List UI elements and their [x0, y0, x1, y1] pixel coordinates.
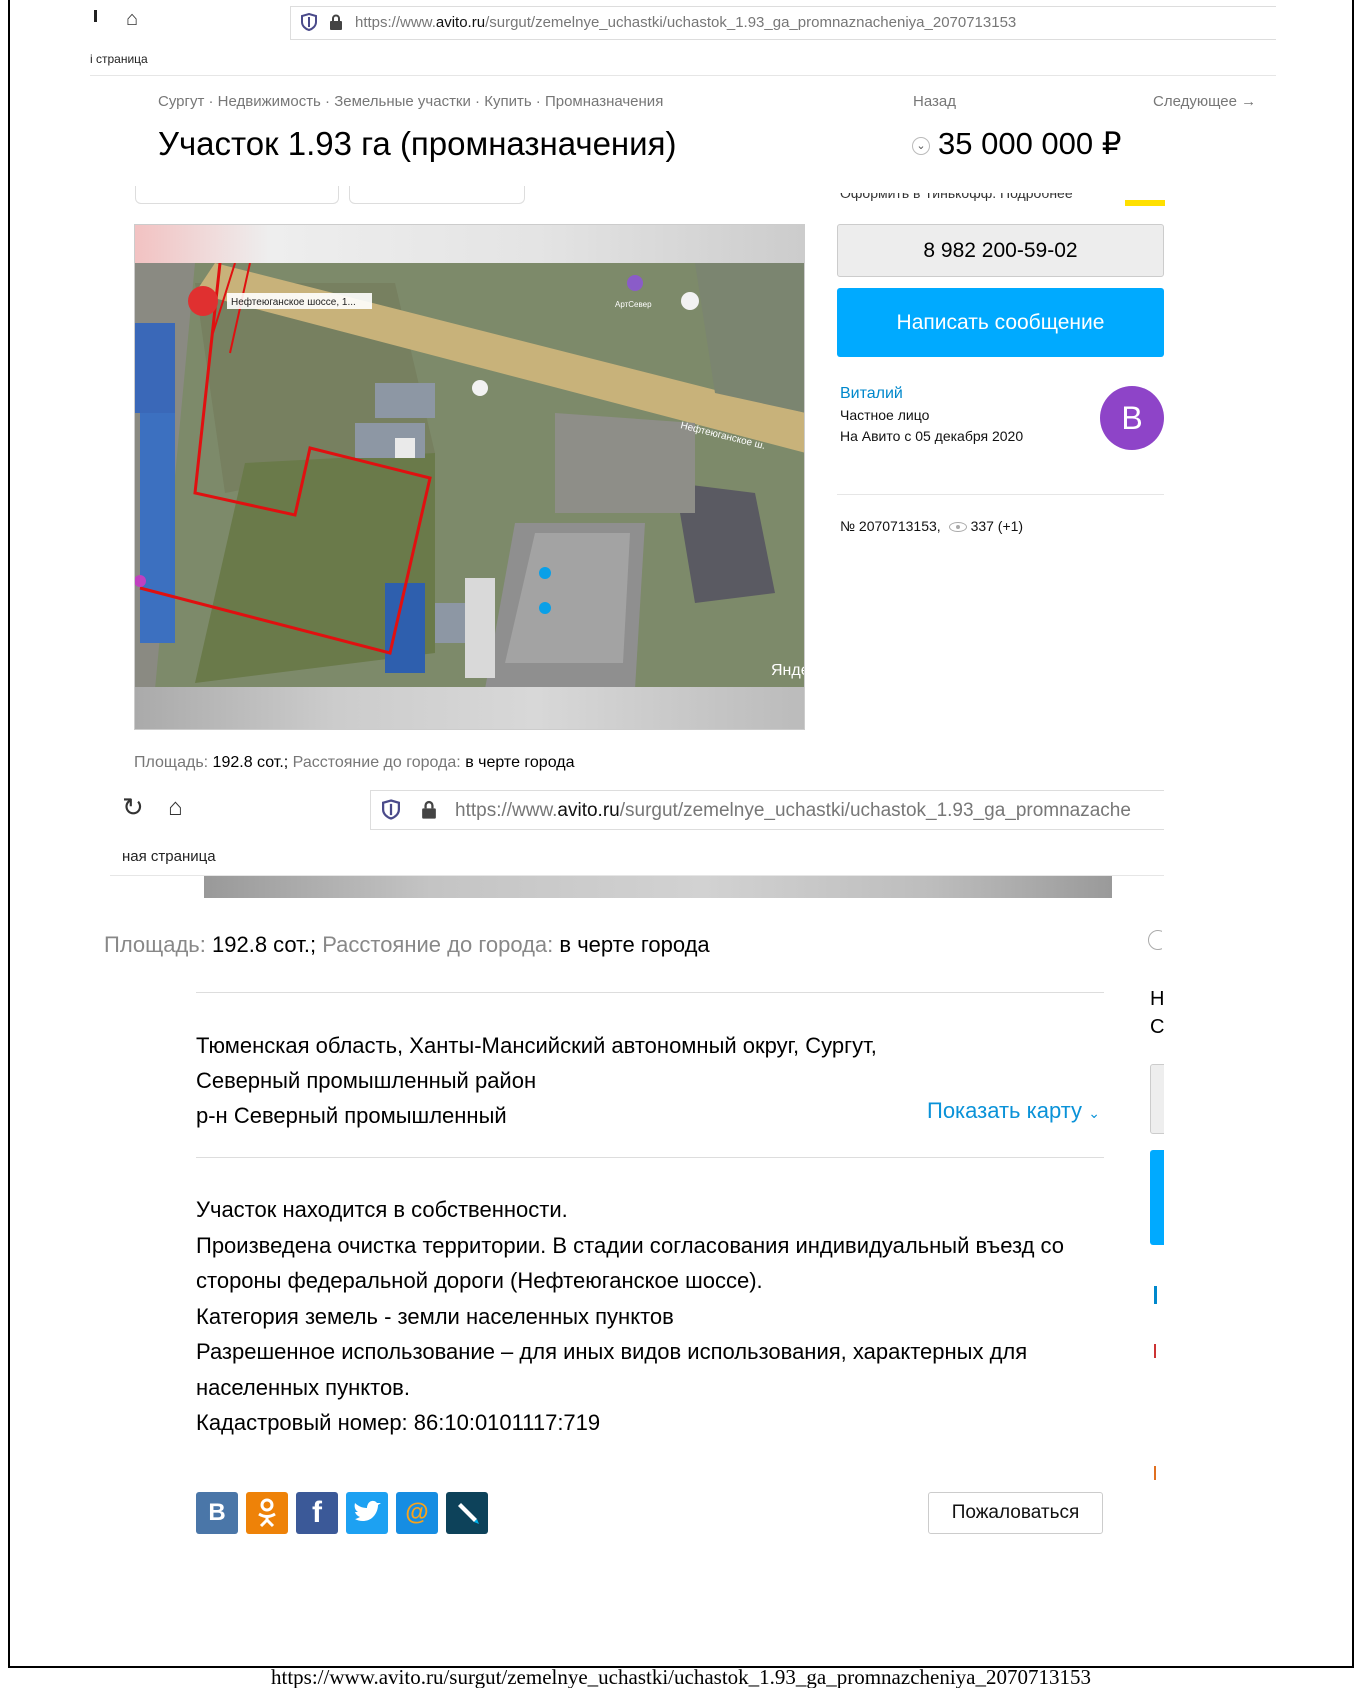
- address-line: Тюменская область, Ханты-Мансийский авто…: [196, 1033, 877, 1058]
- reload-icon[interactable]: ↻: [122, 792, 144, 823]
- seller-since: На Авито с 05 декабря 2020: [840, 428, 1024, 444]
- top-browser-screenshot: ⌂ https://www.avito.ru/surgut/zemelnye_u…: [90, 0, 1276, 845]
- gallery-bottom-strip: [204, 876, 1112, 898]
- url-text: https://www.avito.ru/surgut/zemelnye_uch…: [355, 14, 1017, 31]
- odnoklassniki-share-icon[interactable]: [246, 1492, 288, 1534]
- cut-text: [1150, 1466, 1164, 1482]
- ad-number: № 2070713153,: [840, 518, 941, 534]
- screenshot-frame: ⌂ https://www.avito.ru/surgut/zemelnye_u…: [8, 0, 1354, 1668]
- address-block: Тюменская область, Ханты-Мансийский авто…: [196, 1028, 877, 1133]
- promo-badge: [1125, 200, 1165, 206]
- page-title: Участок 1.93 га (промназначения): [158, 125, 677, 162]
- bookmarks-bar: ная страница: [110, 834, 1164, 876]
- chevron-down-icon[interactable]: ⌄: [912, 136, 930, 155]
- map-watermark: Янде: [771, 662, 805, 679]
- facebook-share-icon[interactable]: f: [296, 1492, 338, 1534]
- divider: [837, 494, 1164, 495]
- eye-icon: [948, 522, 967, 533]
- browser-toolbar: ↻ ⌂ https://www.avito.ru/surgut/zemelnye…: [110, 788, 1164, 830]
- cut-link: [1150, 1286, 1164, 1304]
- browser-toolbar: ⌂ https://www.avito.ru/surgut/zemelnye_u…: [90, 0, 1276, 40]
- photo-gallery[interactable]: Нефтеюганское шоссе, 1... Нефтеюганское …: [134, 224, 805, 730]
- description-line: Произведена очистка территории. В стадии…: [196, 1232, 1065, 1258]
- description-line: населенных пунктов.: [196, 1374, 410, 1400]
- gallery-tab[interactable]: [349, 186, 525, 204]
- cut-icon: [1148, 930, 1162, 956]
- address-bar[interactable]: https://www.avito.ru/surgut/zemelnye_uch…: [290, 6, 1276, 40]
- address-line: р-н Северный промышленный: [196, 1103, 507, 1128]
- toolbar-edge: [94, 10, 97, 22]
- bookmarks-bar: і страница: [90, 40, 1276, 76]
- promo-link[interactable]: Оформить в Тинькофф. Подробнее: [840, 193, 1100, 203]
- lock-icon: [422, 801, 436, 819]
- params-line: Площадь: 192.8 сот.; Расстояние до город…: [104, 932, 710, 957]
- address-line: Северный промышленный район: [196, 1068, 537, 1093]
- seller-name-link[interactable]: Виталий: [840, 385, 903, 403]
- description-line: Кадастровый номер: 86:10:0101117:719: [196, 1410, 601, 1435]
- map-place-label: Нефтеюганское шоссе, 1...: [231, 296, 356, 308]
- divider: [196, 992, 1104, 993]
- gallery-blur-top: [135, 225, 804, 263]
- home-icon[interactable]: ⌂: [168, 794, 183, 822]
- show-phone-button[interactable]: 8 982 200-59-02: [837, 224, 1164, 277]
- home-icon[interactable]: ⌂: [126, 8, 138, 31]
- chevron-down-icon: ⌄: [1088, 1105, 1100, 1121]
- shield-icon: [301, 13, 317, 31]
- address-bar[interactable]: https://www.avito.ru/surgut/zemelnye_uch…: [370, 790, 1164, 830]
- twitter-share-icon[interactable]: [346, 1492, 388, 1534]
- bookmark-item[interactable]: ная страница: [122, 848, 216, 865]
- seller-type: Частное лицо: [840, 407, 930, 423]
- breadcrumb[interactable]: Сургут · Недвижимость · Земельные участк…: [158, 93, 663, 110]
- gallery-blur-bottom: [135, 687, 804, 729]
- show-map-link[interactable]: Показать карту ⌄: [927, 1098, 1100, 1124]
- bookmark-item[interactable]: і страница: [90, 52, 148, 66]
- gallery-tab[interactable]: [135, 186, 339, 204]
- next-link[interactable]: Следующее →: [1153, 93, 1256, 110]
- map-poi-label: АртСевер: [615, 300, 652, 309]
- divider: [196, 1157, 1104, 1158]
- report-button[interactable]: Пожаловаться: [928, 1492, 1103, 1534]
- url-text: https://www.avito.ru/surgut/zemelnye_uch…: [455, 800, 1131, 821]
- cut-text: [1150, 1344, 1164, 1360]
- back-link[interactable]: Назад: [913, 93, 956, 110]
- description-line: стороны федеральной дороги (Нефтеюганско…: [196, 1268, 763, 1293]
- ad-meta: № 2070713153, 337 (+1): [840, 518, 1023, 534]
- write-message-button[interactable]: Написать сообщение: [837, 288, 1164, 357]
- price-value: 35 000 000 ₽: [938, 126, 1122, 161]
- description-line: Разрешенное использование – для иных вид…: [196, 1339, 1028, 1364]
- vk-share-icon[interactable]: В: [196, 1492, 238, 1534]
- description-line: Категория земель - земли населенных пунк…: [196, 1303, 674, 1329]
- price: ⌄ 35 000 000 ₽: [912, 126, 1122, 162]
- cut-button[interactable]: [1150, 1064, 1164, 1134]
- livejournal-share-icon[interactable]: [446, 1492, 488, 1534]
- description: Участок находится в собственности. Произ…: [196, 1192, 1116, 1441]
- cut-button[interactable]: [1150, 1150, 1164, 1245]
- cut-text: Н: [1150, 988, 1164, 1010]
- shield-icon: [382, 799, 400, 820]
- lock-icon: [330, 14, 342, 30]
- params-line: Площадь: 192.8 сот.; Расстояние до город…: [134, 754, 575, 771]
- avatar[interactable]: В: [1100, 386, 1164, 450]
- image-caption: https://www.avito.ru/surgut/zemelnye_uch…: [270, 1665, 1091, 1688]
- cut-text: С: [1150, 1016, 1164, 1038]
- views-count: 337 (+1): [970, 518, 1024, 534]
- mailru-share-icon[interactable]: @: [396, 1492, 438, 1534]
- description-line: Участок находится в собственности.: [196, 1197, 568, 1222]
- satellite-map-image: Нефтеюганское шоссе, 1... Нефтеюганское …: [135, 263, 805, 689]
